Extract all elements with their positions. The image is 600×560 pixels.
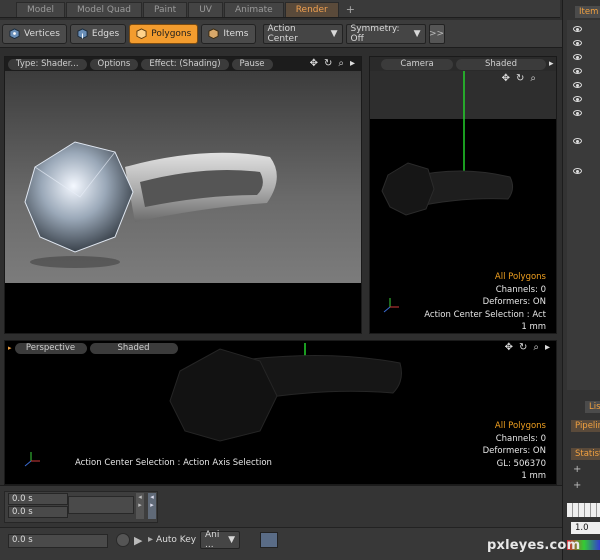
keyframe-icon[interactable] bbox=[260, 532, 278, 548]
visibility-eye-icon[interactable] bbox=[573, 54, 582, 60]
stat-add-icon[interactable]: + bbox=[573, 480, 581, 491]
visibility-eye-icon[interactable] bbox=[573, 138, 582, 144]
visibility-eye-icon[interactable] bbox=[573, 68, 582, 74]
color-swatches[interactable] bbox=[567, 503, 600, 517]
modo-window: Model Model Quad Paint UV Animate Render… bbox=[0, 0, 600, 560]
tab-model-quad[interactable]: Model Quad bbox=[66, 2, 142, 17]
items-label: Items bbox=[223, 28, 249, 39]
render-view-header: Type: Shader... Options Effect: (Shading… bbox=[5, 57, 361, 71]
items-list-tab[interactable]: Item bbox=[575, 6, 600, 18]
deformers-label: Deformers: ON bbox=[482, 446, 546, 456]
layout-tab-bar: Model Model Quad Paint UV Animate Render… bbox=[0, 0, 560, 18]
deformers-label: Deformers: ON bbox=[482, 297, 546, 307]
camera-view-info: All Polygons Channels: 0 Deformers: ON A… bbox=[424, 271, 546, 333]
stat-add-icon[interactable]: + bbox=[573, 464, 581, 475]
action-center-status: Action Center Selection : Action Axis Se… bbox=[75, 458, 272, 468]
all-polygons-label: All Polygons bbox=[494, 421, 546, 431]
time-end-field[interactable]: 0.0 s bbox=[8, 506, 68, 518]
all-polygons-label: All Polygons bbox=[494, 272, 546, 282]
time-start-field[interactable]: 0.0 s bbox=[8, 493, 68, 505]
gl-poly-count: GL: 506370 bbox=[496, 458, 546, 469]
key-icon: ▸ bbox=[148, 534, 154, 545]
action-center-dropdown[interactable]: Action Center ▼ bbox=[262, 23, 343, 44]
tab-animate[interactable]: Animate bbox=[223, 2, 284, 17]
rotate-view-icon[interactable]: ↻ bbox=[324, 58, 332, 69]
timeline-panel: 0.0 s 0.0 s ◂ ▸ ◂ ▸ bbox=[0, 485, 562, 527]
effect-dropdown[interactable]: Effect: (Shading) bbox=[141, 58, 229, 70]
vertices-label: Vertices bbox=[24, 28, 60, 39]
vertices-button[interactable]: Vertices bbox=[2, 23, 67, 44]
value-field[interactable]: 1.0 bbox=[571, 522, 600, 534]
edges-button[interactable]: Edges bbox=[69, 23, 127, 44]
tab-paint[interactable]: Paint bbox=[142, 2, 188, 17]
more-tools-button[interactable]: >> bbox=[428, 23, 445, 44]
pipeline-tab[interactable]: Pipeline bbox=[571, 420, 600, 432]
watermark-text: pxleyes.com bbox=[487, 538, 581, 553]
transport-bar: 0.0 s ▶ ▸ Auto Key Ani ... ▼ bbox=[0, 527, 562, 560]
edges-label: Edges bbox=[91, 28, 120, 39]
vertices-icon bbox=[9, 28, 20, 39]
units-label: 1 mm bbox=[521, 471, 546, 481]
symmetry-label: Symmetry: Off bbox=[350, 23, 400, 44]
action-center-status: Action Center Selection : Act bbox=[424, 309, 546, 320]
anim-channel-dropdown[interactable]: Ani ... ▼ bbox=[200, 530, 240, 550]
visibility-eye-icon[interactable] bbox=[573, 26, 582, 32]
move-view-icon[interactable]: ✥ bbox=[310, 58, 318, 69]
tab-uv[interactable]: UV bbox=[188, 2, 223, 17]
auto-key-toggle[interactable]: ▸ Auto Key bbox=[148, 534, 196, 545]
action-center-label: Action Center bbox=[267, 23, 298, 44]
perspective-viewport[interactable]: ▸ Perspective Shaded ✥ ↻ ⌕ ▸ Action Cent… bbox=[4, 340, 557, 485]
scroll-arrows-icon[interactable]: ◂ ▸ bbox=[148, 493, 156, 519]
selection-toolbar: Vertices Edges Polygons Items Action Cen… bbox=[0, 20, 562, 48]
polygons-button[interactable]: Polygons bbox=[129, 23, 199, 44]
auto-key-label: Auto Key bbox=[156, 534, 197, 545]
pause-button[interactable]: Pause bbox=[231, 58, 273, 70]
chevron-down-icon: ▼ bbox=[228, 535, 235, 545]
tab-model[interactable]: Model bbox=[16, 2, 66, 17]
edges-icon bbox=[77, 28, 88, 39]
polygons-icon bbox=[136, 28, 147, 39]
items-icon bbox=[208, 28, 219, 39]
ring-render-image bbox=[5, 71, 361, 333]
add-tab-button[interactable]: + bbox=[340, 2, 361, 17]
tab-render[interactable]: Render bbox=[284, 2, 339, 17]
visibility-eye-icon[interactable] bbox=[573, 40, 582, 46]
anim-channel-label: Ani ... bbox=[205, 530, 220, 550]
visibility-eye-icon[interactable] bbox=[573, 168, 582, 174]
lists-tab[interactable]: Lis bbox=[585, 401, 600, 413]
perspective-view-info: All Polygons Channels: 0 Deformers: ON G… bbox=[483, 420, 546, 483]
items-panel: Item Lis Pipeline Statisti + + 1.0 bbox=[562, 0, 600, 560]
range-slider[interactable] bbox=[68, 496, 134, 514]
chevron-down-icon: ▼ bbox=[330, 28, 338, 39]
range-arrows-icon[interactable]: ◂ ▸ bbox=[136, 493, 144, 519]
channels-label: Channels: 0 bbox=[495, 284, 546, 295]
shader-type-dropdown[interactable]: Type: Shader... bbox=[8, 58, 87, 70]
polygons-label: Polygons bbox=[151, 28, 192, 39]
record-icon[interactable] bbox=[116, 533, 130, 547]
render-view-controls: ✥ ↻ ⌕ ▸ bbox=[310, 58, 355, 69]
chevron-down-icon: ▼ bbox=[413, 28, 421, 39]
items-button[interactable]: Items bbox=[201, 23, 256, 44]
units-label: 1 mm bbox=[521, 322, 546, 332]
camera-viewport[interactable]: Camera Shaded ▸ ✥ ↻ ⌕ All Polygons Chann… bbox=[369, 56, 557, 334]
play-icon[interactable]: ▶ bbox=[134, 534, 142, 547]
visibility-eye-icon[interactable] bbox=[573, 82, 582, 88]
channels-label: Channels: 0 bbox=[495, 433, 546, 444]
maximize-view-icon[interactable]: ▸ bbox=[350, 58, 355, 69]
statistics-tab[interactable]: Statisti bbox=[571, 448, 600, 460]
panel-divider bbox=[567, 20, 600, 390]
render-options-button[interactable]: Options bbox=[89, 58, 139, 70]
visibility-eye-icon[interactable] bbox=[573, 110, 582, 116]
symmetry-dropdown[interactable]: Symmetry: Off ▼ bbox=[345, 23, 426, 44]
render-preview-viewport[interactable]: Type: Shader... Options Effect: (Shading… bbox=[4, 56, 362, 334]
visibility-eye-icon[interactable] bbox=[573, 96, 582, 102]
zoom-view-icon[interactable]: ⌕ bbox=[338, 58, 344, 69]
current-time-field[interactable]: 0.0 s bbox=[8, 534, 108, 548]
